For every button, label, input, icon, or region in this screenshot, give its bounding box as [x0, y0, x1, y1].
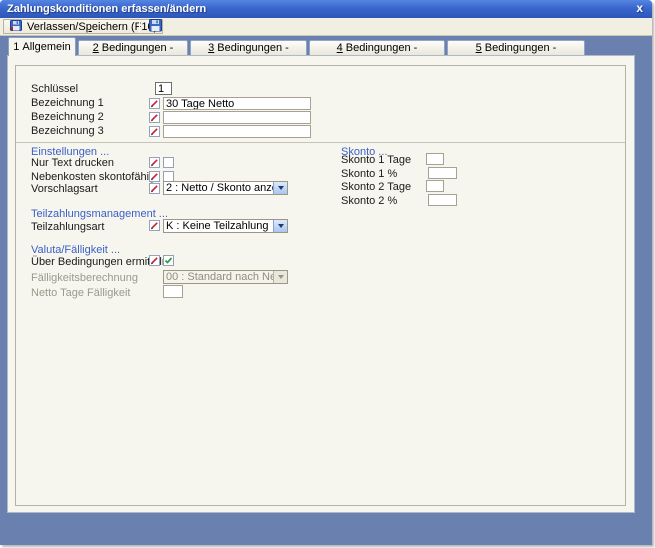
- skonto1-tage-label: Skonto 1 Tage: [341, 154, 411, 167]
- faelligkeitsberechnung-label: Fälligkeitsberechnung: [31, 272, 138, 285]
- close-icon[interactable]: x: [636, 0, 643, 18]
- nur-text-drucken-checkbox[interactable]: [163, 157, 174, 168]
- dialog-window: Zahlungskonditionen erfassen/ändern x Ve…: [0, 0, 652, 545]
- skonto1-prozent-input[interactable]: [428, 167, 457, 179]
- skonto1-tage-input[interactable]: [426, 153, 444, 165]
- teilzahlungsmanagement-header: Teilzahlungsmanagement ...: [31, 208, 168, 220]
- netto-tage-faelligkeit-input: [163, 285, 183, 298]
- bezeichnung1-label: Bezeichnung 1: [31, 97, 104, 110]
- section-divider: [16, 142, 625, 143]
- edit-pencil-icon[interactable]: [149, 98, 160, 109]
- tab-bedingungen-skontotage-1[interactable]: 4Bedingungen - Skontotage 1: [309, 40, 445, 56]
- vorschlagsart-value: 2 : Netto / Skonto anzeigen: [164, 182, 273, 194]
- nur-text-drucken-label: Nur Text drucken: [31, 157, 114, 170]
- tab-bedingungen-valuta[interactable]: 2Bedingungen - Valuta: [78, 40, 188, 56]
- edit-pencil-icon[interactable]: [149, 157, 160, 168]
- netto-tage-faelligkeit-label: Netto Tage Fälligkeit: [31, 287, 130, 300]
- exit-save-icon: [9, 19, 23, 35]
- bezeichnung2-label: Bezeichnung 2: [31, 111, 104, 124]
- chevron-down-icon[interactable]: [273, 220, 287, 232]
- vorschlagsart-dropdown[interactable]: 2 : Netto / Skonto anzeigen: [163, 181, 288, 195]
- edit-pencil-icon[interactable]: [149, 126, 160, 137]
- tab-bedingungen-skontotage-2[interactable]: 5Bedingungen - Skontotage 2: [447, 40, 585, 56]
- edit-pencil-icon[interactable]: [149, 183, 160, 194]
- floppy-disk-icon: [149, 19, 162, 35]
- form-groupbox: [15, 65, 626, 506]
- skonto2-prozent-label: Skonto 2 %: [341, 195, 397, 208]
- title-bar: Zahlungskonditionen erfassen/ändern x: [0, 0, 652, 18]
- bezeichnung3-label: Bezeichnung 3: [31, 125, 104, 138]
- teilzahlungsart-value: K : Keine Teilzahlung: [164, 220, 273, 232]
- skonto2-tage-input[interactable]: [426, 180, 444, 192]
- chevron-down-icon: [273, 271, 287, 283]
- skonto1-prozent-label: Skonto 1 %: [341, 168, 397, 181]
- tab-page-allgemein: Schlüssel Bezeichnung 1 Bezeichnung 2 Be…: [7, 55, 635, 513]
- skonto2-prozent-input[interactable]: [428, 194, 457, 206]
- bezeichnung3-input[interactable]: [163, 125, 311, 138]
- schluessel-input[interactable]: [155, 82, 172, 95]
- checkmark-icon: [164, 256, 173, 265]
- bezeichnung1-input[interactable]: [163, 97, 311, 110]
- teilzahlungsart-label: Teilzahlungsart: [31, 221, 104, 234]
- save-button[interactable]: [146, 19, 165, 34]
- bezeichnung2-input[interactable]: [163, 111, 311, 124]
- edit-pencil-icon[interactable]: [149, 112, 160, 123]
- valuta-faelligkeit-header: Valuta/Fälligkeit ...: [31, 244, 120, 256]
- toolbar-separator: [139, 20, 140, 33]
- vorschlagsart-label: Vorschlagsart: [31, 183, 98, 196]
- skonto2-tage-label: Skonto 2 Tage: [341, 181, 411, 194]
- faelligkeitsberechnung-dropdown: 00 : Standard nach Netto Tagen: [163, 270, 288, 284]
- ueber-bedingungen-checkbox[interactable]: [163, 255, 174, 266]
- teilzahlungsart-dropdown[interactable]: K : Keine Teilzahlung: [163, 219, 288, 233]
- tab-allgemein[interactable]: 1Allgemein: [8, 37, 76, 56]
- tab-bedingungen-faelligkeit[interactable]: 3Bedingungen - Fälligkeit: [190, 40, 307, 56]
- chevron-down-icon[interactable]: [273, 182, 287, 194]
- schluessel-label: Schlüssel: [31, 83, 78, 96]
- edit-pencil-icon[interactable]: [149, 255, 160, 266]
- faelligkeitsberechnung-value: 00 : Standard nach Netto Tagen: [164, 271, 273, 283]
- ueber-bedingungen-label: Über Bedingungen ermitteln: [31, 256, 168, 269]
- exit-save-label: Verlassen/Speichern (F10): [27, 21, 157, 33]
- window-title: Zahlungskonditionen erfassen/ändern: [7, 3, 206, 15]
- edit-pencil-icon[interactable]: [149, 220, 160, 231]
- toolbar: Verlassen/Speichern (F10): [0, 18, 652, 36]
- edit-pencil-icon[interactable]: [149, 171, 160, 182]
